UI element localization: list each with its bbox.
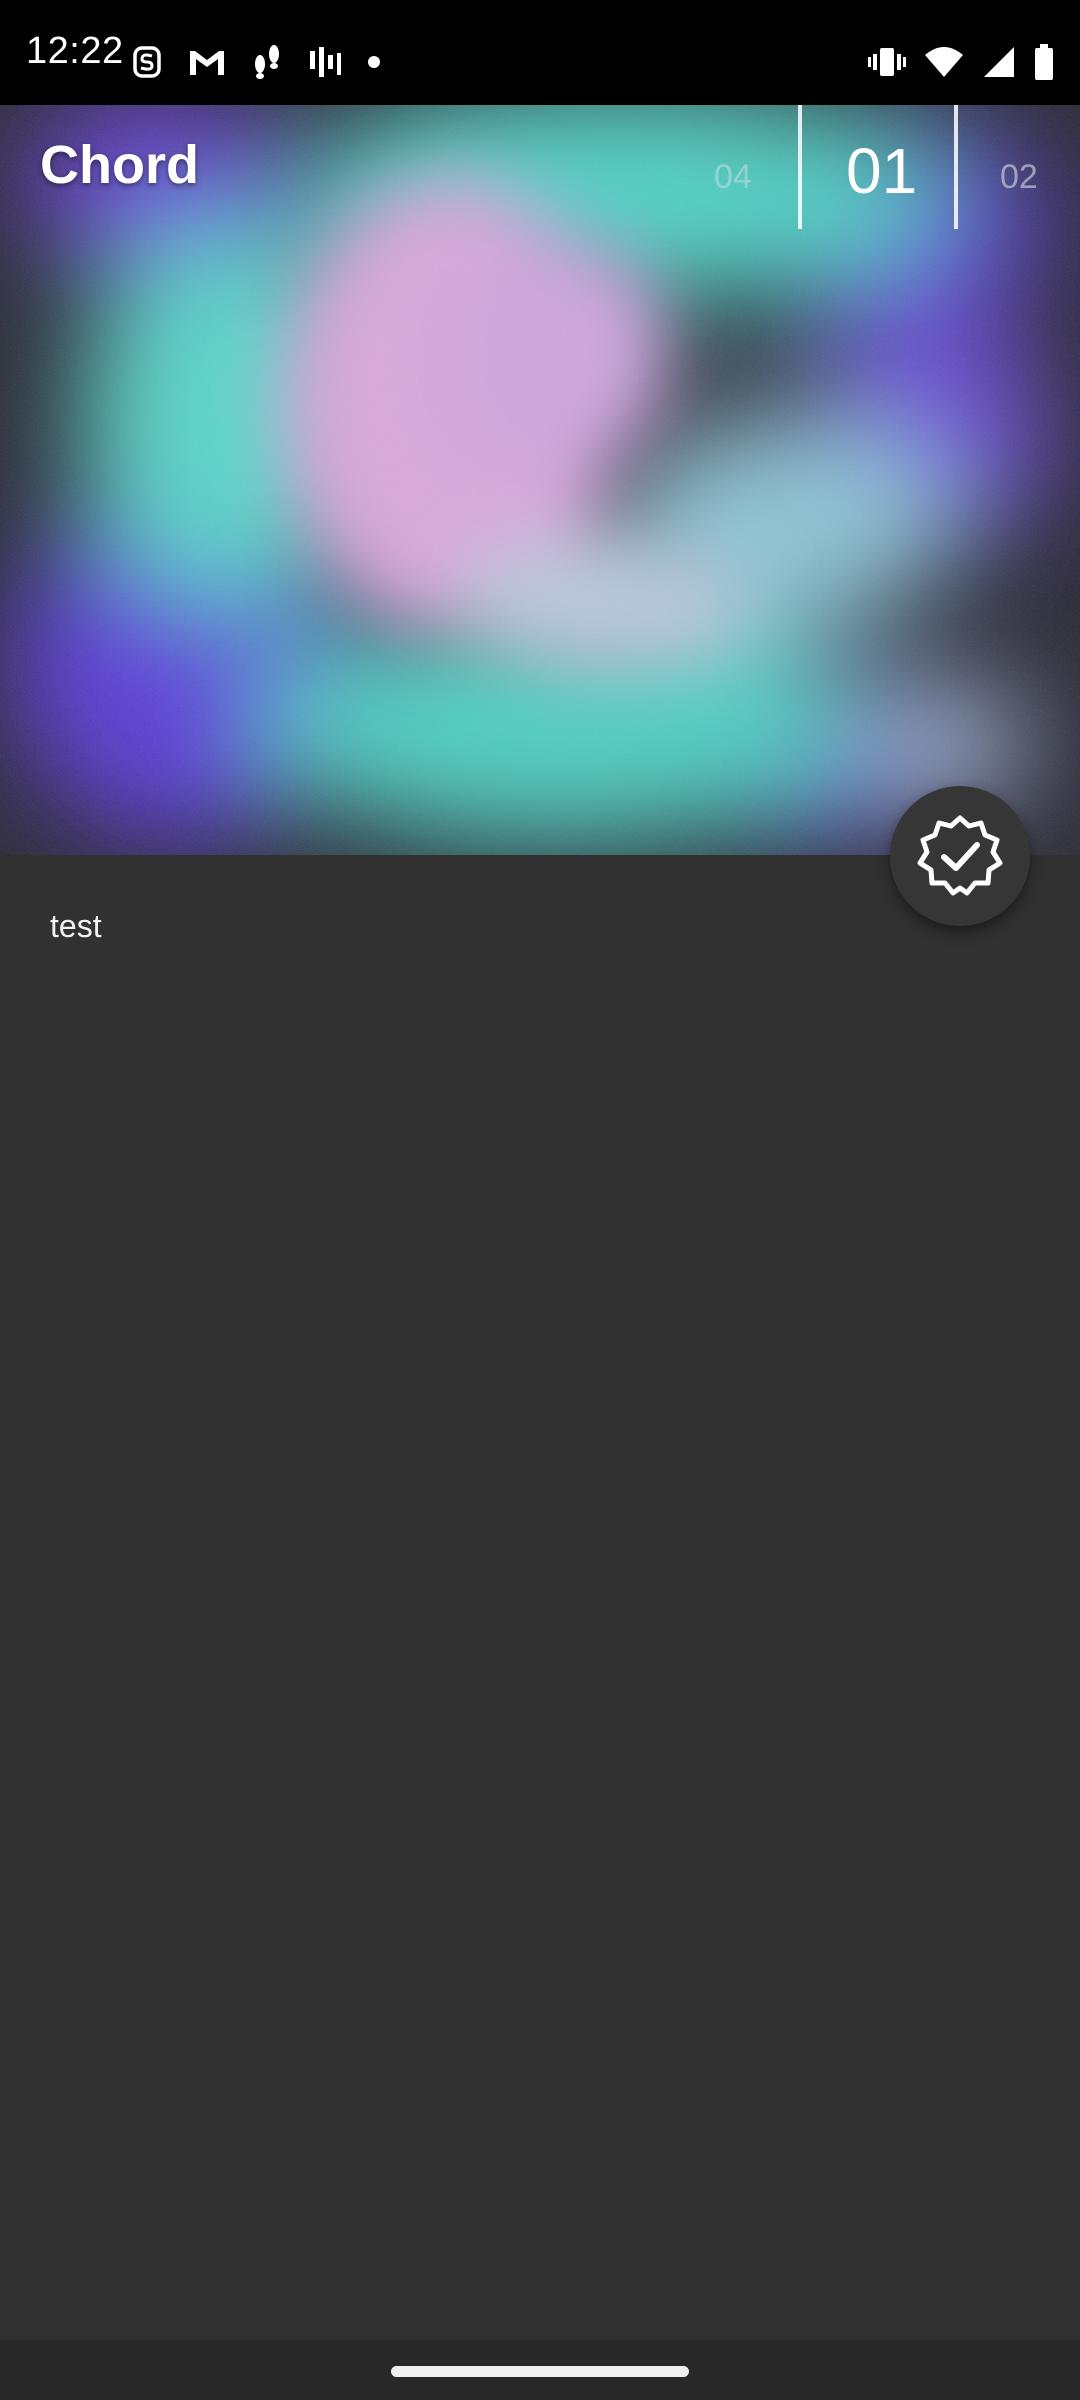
app-title: Chord — [40, 135, 199, 195]
tab-previous[interactable]: 04 — [714, 158, 752, 197]
screen: 12:22 Chord 04 01 02 test — [0, 0, 1080, 2400]
verified-check-icon — [917, 815, 1003, 896]
battery-icon — [1035, 44, 1053, 80]
tab-current[interactable]: 01 — [846, 134, 917, 208]
home-gesture-handle[interactable] — [391, 2366, 689, 2377]
gradient-artwork — [0, 105, 1080, 855]
notification-dot-icon — [368, 56, 380, 68]
verify-button[interactable] — [890, 786, 1030, 926]
tab-next[interactable]: 02 — [1000, 158, 1038, 197]
status-bar: 12:22 — [0, 0, 1080, 105]
status-icons-right — [868, 38, 1054, 86]
note-text: test — [50, 908, 102, 944]
status-time: 12:22 — [26, 30, 124, 72]
gmail-icon — [190, 51, 224, 75]
album-artwork — [0, 105, 1080, 855]
cell-signal-icon — [984, 47, 1014, 77]
streaks-icon — [133, 46, 161, 78]
tab-divider-right — [954, 105, 958, 229]
activity-bars-icon — [310, 47, 341, 77]
vibrate-icon — [868, 48, 906, 76]
status-icons-left — [130, 38, 382, 86]
footsteps-icon — [255, 45, 279, 79]
tab-divider-left — [798, 105, 802, 229]
wifi-icon — [925, 47, 963, 77]
